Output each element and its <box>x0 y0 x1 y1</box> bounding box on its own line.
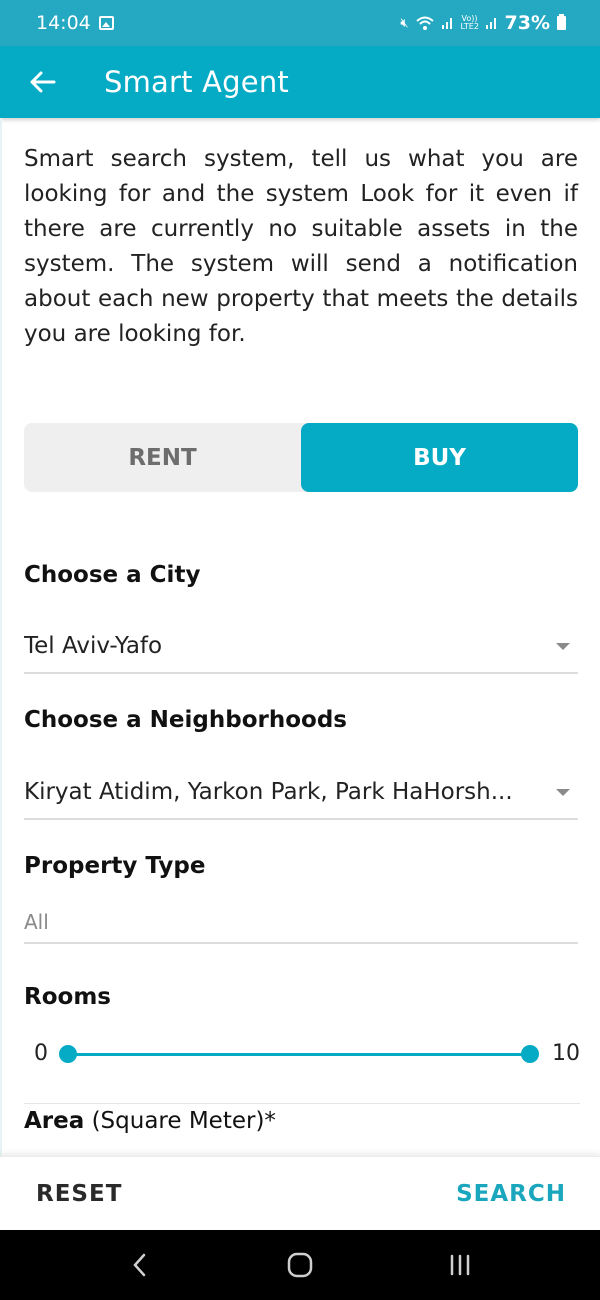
recents-icon <box>450 1254 470 1276</box>
back-button[interactable] <box>22 62 62 102</box>
system-nav-bar <box>0 1230 600 1300</box>
arrow-left-icon <box>30 71 56 93</box>
property-type-label: Property Type <box>24 853 206 879</box>
chevron-down-icon <box>556 788 570 796</box>
battery-percent: 73% <box>504 12 550 34</box>
neighborhoods-select[interactable]: Kiryat Atidim, Yarkon Park, Park HaHorsh… <box>24 766 578 820</box>
rooms-min-thumb[interactable] <box>59 1045 77 1063</box>
area-label-unit: (Square Meter)* <box>84 1108 276 1134</box>
area-label: Area (Square Meter)* <box>24 1108 276 1134</box>
buy-tab[interactable]: BUY <box>301 423 578 492</box>
rooms-max-thumb[interactable] <box>521 1045 539 1063</box>
page-title: Smart Agent <box>104 65 289 99</box>
rooms-max-value: 10 <box>552 1041 580 1066</box>
rooms-min-value: 0 <box>34 1041 48 1066</box>
city-select[interactable]: Tel Aviv-Yafo <box>24 620 578 674</box>
nav-recents-button[interactable] <box>430 1240 490 1290</box>
property-type-field[interactable] <box>24 902 578 944</box>
gallery-icon <box>98 16 114 30</box>
neighborhoods-value: Kiryat Atidim, Yarkon Park, Park HaHorsh… <box>24 779 513 805</box>
wifi-icon <box>415 16 434 30</box>
signal-icon <box>441 18 452 29</box>
nav-home-button[interactable] <box>270 1240 330 1290</box>
rooms-label: Rooms <box>24 984 111 1010</box>
status-bar: 14:04 🔇︎ Vo)) LTE2 73% <box>0 0 600 46</box>
home-icon <box>287 1252 313 1278</box>
search-button[interactable]: SEARCH <box>456 1181 566 1207</box>
rooms-range-slider: 0 10 <box>24 1036 582 1072</box>
city-label: Choose a City <box>24 562 201 588</box>
neighborhoods-label: Choose a Neighborhoods <box>24 707 347 733</box>
rooms-slider-track[interactable] <box>68 1053 530 1056</box>
property-type-input[interactable] <box>24 910 578 934</box>
divider <box>24 1103 580 1104</box>
back-icon <box>133 1253 146 1277</box>
status-left: 14:04 <box>36 12 114 34</box>
description-text: Smart search system, tell us what you ar… <box>24 146 578 347</box>
status-time: 14:04 <box>36 12 91 34</box>
area-label-bold: Area <box>24 1108 85 1134</box>
chevron-down-icon <box>556 642 570 650</box>
nav-back-button[interactable] <box>110 1240 170 1290</box>
city-value: Tel Aviv-Yafo <box>24 633 163 659</box>
volte-lte2-icon: Vo)) LTE2 <box>460 14 479 31</box>
reset-button[interactable]: RESET <box>36 1181 122 1207</box>
mute-icon: 🔇︎ <box>400 15 409 31</box>
status-right: 🔇︎ Vo)) LTE2 73% <box>400 12 566 34</box>
signal-icon-2 <box>485 18 496 29</box>
content-scroll-area[interactable]: Smart search system, tell us what you ar… <box>0 118 600 1156</box>
app-bar: Smart Agent <box>0 46 600 118</box>
action-bar: RESET SEARCH <box>0 1156 600 1230</box>
battery-icon <box>557 14 566 30</box>
deal-type-toggle: RENT BUY <box>24 423 578 492</box>
rent-tab[interactable]: RENT <box>24 423 301 492</box>
